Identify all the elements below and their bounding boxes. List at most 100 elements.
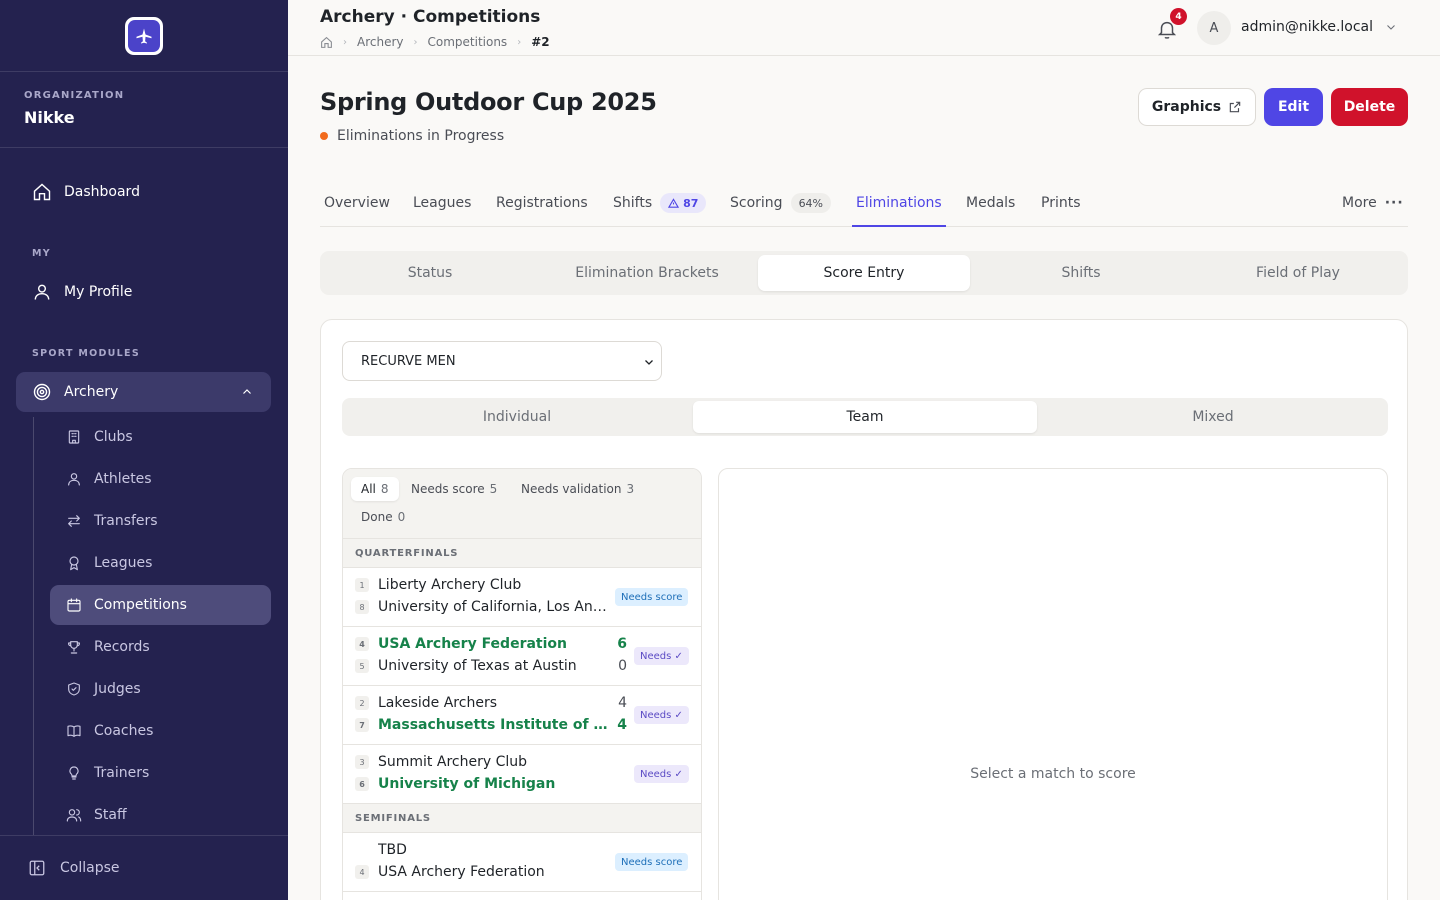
team-seed: 2 [355, 696, 369, 710]
team-score: 4 [617, 717, 627, 733]
match-row[interactable]: 3 Summit Archery Club 6 University of Michi… [343, 745, 701, 804]
shifts-badge-count: 87 [683, 196, 699, 210]
breadcrumb: › Archery › Competitions › #2 [320, 35, 550, 49]
filter-label: All [361, 482, 376, 496]
match-status-badge: Needs score [615, 853, 689, 871]
filter-done[interactable]: Done 0 [351, 505, 415, 529]
logo-area [0, 0, 288, 72]
match-team: 3 Summit Archery Club [355, 751, 613, 773]
match-team: 6 University of Michigan [355, 773, 613, 795]
sidebar-item-staff[interactable]: Staff [50, 795, 271, 835]
segment-mixed[interactable]: Mixed [1041, 401, 1385, 433]
sidebar-item-clubs[interactable]: Clubs [50, 417, 271, 457]
sidebar-item-judges[interactable]: Judges [50, 669, 271, 709]
team-name: Summit Archery Club [378, 754, 527, 770]
edit-button[interactable]: Edit [1264, 88, 1323, 126]
sidebar-item-transfers[interactable]: Transfers [50, 501, 271, 541]
sidebar-item-label: Archery [64, 384, 119, 400]
match-team: 2 Lakeside Archers [355, 692, 613, 714]
filter-label: Needs score [411, 482, 485, 496]
app-logo[interactable] [125, 16, 163, 55]
tab-label: Scoring [730, 195, 783, 211]
competition-tabs: Overview Leagues Registrations Shifts 87… [320, 180, 1408, 227]
graphics-button[interactable]: Graphics [1138, 88, 1256, 126]
filter-count: 8 [380, 482, 389, 496]
tab-prints[interactable]: Prints [1041, 180, 1081, 226]
team-seed: 3 [355, 755, 369, 769]
filter-count: 3 [626, 482, 635, 496]
round-header: SEMIFINALS [343, 804, 701, 833]
user-email[interactable]: admin@nikke.local [1241, 19, 1373, 35]
sidebar-item-label: Records [94, 639, 150, 655]
round-header: QUARTERFINALS [343, 539, 701, 568]
match-team: 4 USA Archery Federation [355, 633, 613, 655]
tab-eliminations[interactable]: Eliminations [852, 180, 946, 227]
tab-registrations[interactable]: Registrations [496, 180, 588, 226]
subtab-elimination-brackets[interactable]: Elimination Brackets [541, 255, 753, 291]
team-seed: 4 [355, 865, 369, 879]
subtab-status[interactable]: Status [324, 255, 536, 291]
subtab-field-of-play[interactable]: Field of Play [1192, 255, 1404, 291]
sidebar-item-competitions[interactable]: Competitions [50, 585, 271, 625]
book-icon [66, 723, 82, 739]
sidebar-item-dashboard[interactable]: Dashboard [32, 182, 140, 202]
team-name: TBD [378, 842, 407, 858]
segment-individual[interactable]: Individual [345, 401, 689, 433]
collapse-sidebar-button[interactable]: Collapse [0, 835, 288, 900]
sidebar-item-label: My Profile [64, 284, 133, 300]
warning-icon [668, 197, 680, 209]
sidebar-item-my-profile[interactable]: My Profile [32, 282, 132, 302]
match-status-badge: Needs score [615, 588, 689, 606]
sidebar-item-label: Coaches [94, 723, 154, 739]
organization-block[interactable]: ORGANIZATION Nikke [0, 72, 288, 148]
match-row[interactable]: 4 USA Archery Federation 6 5 University of T… [343, 627, 701, 686]
page-title: Spring Outdoor Cup 2025 [320, 88, 657, 116]
event-type-segment: Individual Team Mixed [342, 398, 1388, 436]
filter-all[interactable]: All 8 [351, 477, 399, 501]
tab-medals[interactable]: Medals [966, 180, 1015, 226]
team-name: University of California, Los Angeles [378, 599, 610, 615]
team-name: University of Michigan [378, 776, 556, 792]
filter-needs-score[interactable]: Needs score 5 [401, 477, 507, 501]
match-row[interactable]: TBD 4 USA Archery Federation Needs score [343, 833, 701, 892]
sidebar-item-coaches[interactable]: Coaches [50, 711, 271, 751]
home-icon[interactable] [320, 36, 333, 49]
sidebar-item-trainers[interactable]: Trainers [50, 753, 271, 793]
avatar[interactable]: A [1197, 11, 1231, 45]
breadcrumb-separator: › [343, 36, 347, 48]
subtab-score-entry[interactable]: Score Entry [758, 255, 970, 291]
delete-button[interactable]: Delete [1331, 88, 1408, 126]
breadcrumb-competitions[interactable]: Competitions [428, 35, 508, 49]
team-seed: 6 [355, 777, 369, 791]
sidebar-item-records[interactable]: Records [50, 627, 271, 667]
sidebar-item-leagues[interactable]: Leagues [50, 543, 271, 583]
match-row[interactable]: 2 Lakeside Archers 4 7 Massachusetts Institu… [343, 686, 701, 745]
sidebar-item-athletes[interactable]: Athletes [50, 459, 271, 499]
tab-shifts[interactable]: Shifts 87 [613, 180, 707, 226]
chevron-down-icon[interactable] [1385, 21, 1397, 33]
trophy-icon [66, 639, 82, 655]
score-entry-card: RECURVE MEN Individual Team Mixed All 8 N… [320, 319, 1408, 900]
tab-more[interactable]: More ··· [1342, 180, 1404, 226]
match-team: 4 USA Archery Federation [355, 861, 613, 883]
division-select[interactable]: RECURVE MEN [342, 341, 662, 381]
sidebar-item-label: Competitions [94, 597, 187, 613]
tab-overview[interactable]: Overview [324, 180, 390, 226]
sidebar-item-archery[interactable]: Archery [16, 372, 271, 412]
match-row[interactable]: 1 Liberty Archery Club 8 University of Cali… [343, 568, 701, 627]
tab-scoring[interactable]: Scoring 64% [730, 180, 832, 226]
filter-needs-validation[interactable]: Needs validation 3 [511, 477, 644, 501]
segment-team[interactable]: Team [693, 401, 1037, 433]
tab-leagues[interactable]: Leagues [413, 180, 471, 226]
team-seed: 1 [355, 578, 369, 592]
breadcrumb-archery[interactable]: Archery [357, 35, 404, 49]
competition-status: Eliminations in Progress [320, 128, 504, 144]
rounds-container: QUARTERFINALS 1 Liberty Archery Club 8 Unive… [343, 539, 701, 892]
scoring-progress-badge: 64% [790, 193, 832, 213]
submenu-guide-line [33, 417, 34, 835]
subtab-shifts[interactable]: Shifts [975, 255, 1187, 291]
match-detail-panel: Select a match to score [718, 468, 1388, 900]
transfer-icon [66, 513, 82, 529]
plane-icon [128, 19, 160, 52]
sidebar-item-label: Dashboard [64, 184, 140, 200]
